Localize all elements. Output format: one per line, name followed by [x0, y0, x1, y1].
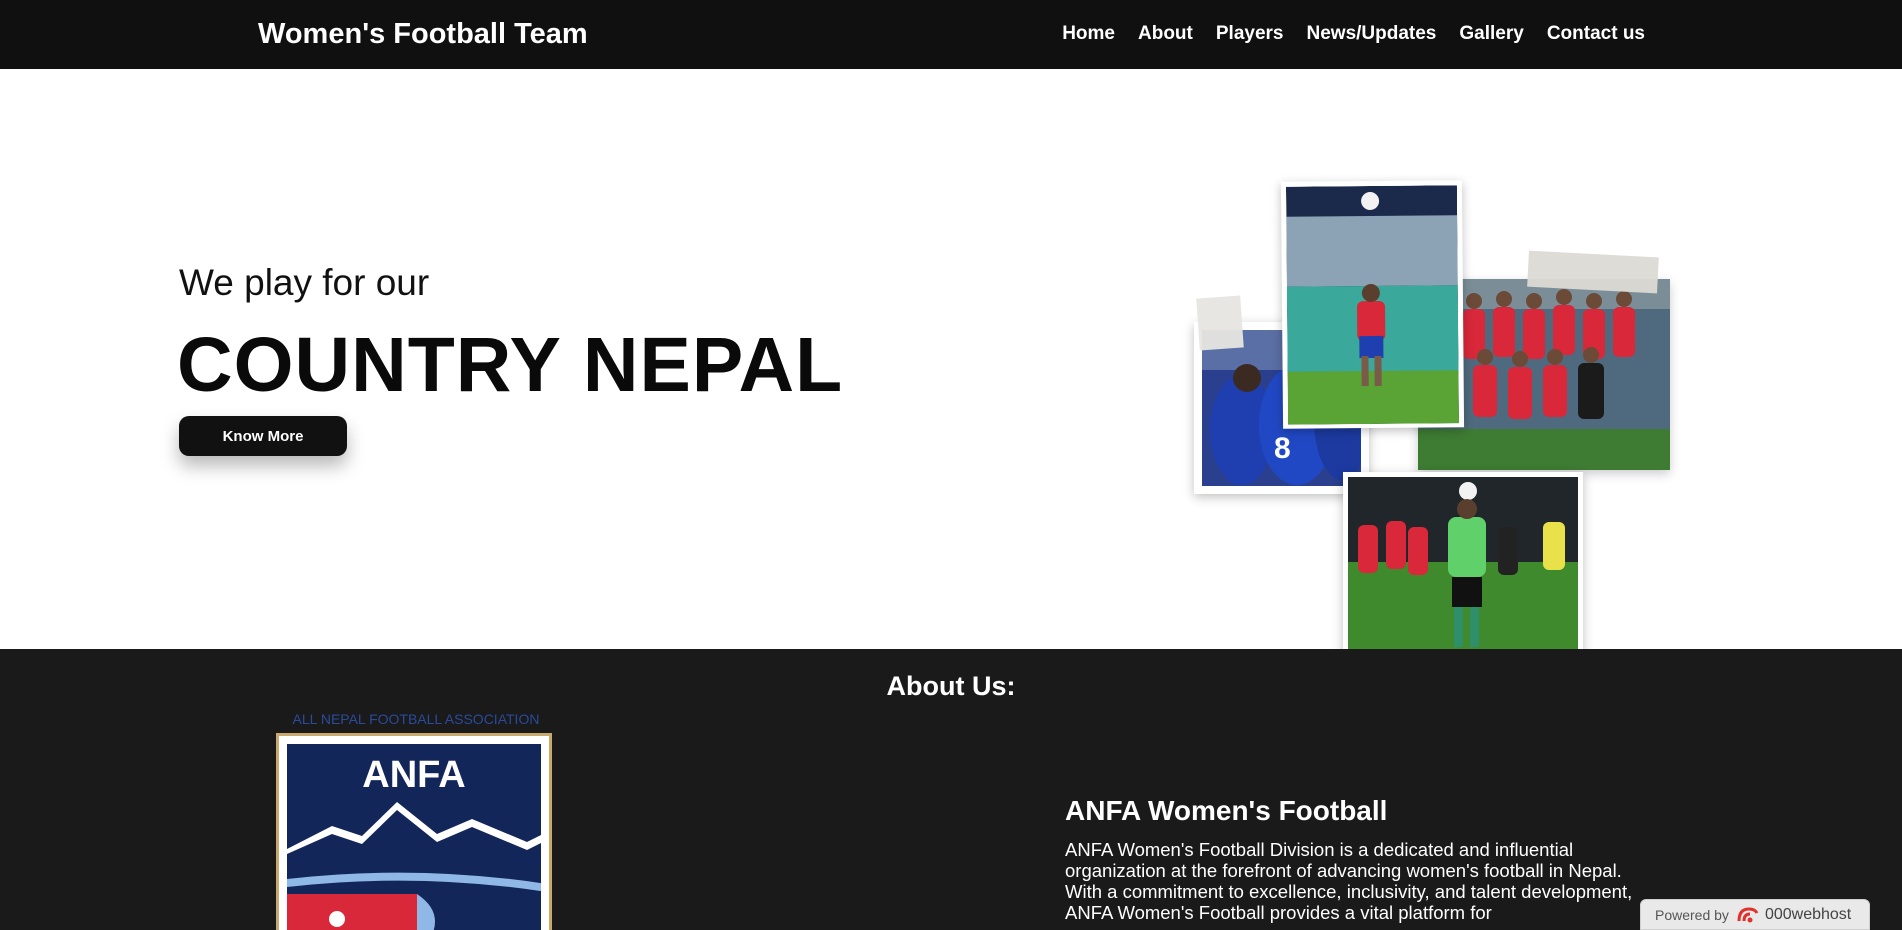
logo-frame: ANFA	[276, 733, 552, 930]
about-heading: About Us:	[886, 671, 1016, 701]
hero-subtitle: We play for our	[179, 262, 430, 303]
host-name: 000webhost	[1764, 905, 1852, 923]
main-nav: Home About Players News/Updates Gallery …	[1062, 23, 1645, 45]
hero-section: We play for our COUNTRY NEPAL Know More …	[0, 69, 1902, 684]
nav-home[interactable]: Home	[1062, 23, 1115, 45]
logo-emblem: ANFA	[287, 744, 541, 930]
collage-photo-stadium	[1280, 180, 1465, 429]
about-title: ANFA Women's Football	[1065, 795, 1388, 826]
about-paragraph: ANFA Women's Football Division is a dedi…	[1065, 839, 1633, 923]
nav-gallery[interactable]: Gallery	[1459, 23, 1523, 45]
hero-title: COUNTRY NEPAL	[177, 322, 844, 408]
know-more-button[interactable]: Know More	[179, 416, 347, 456]
nav-players[interactable]: Players	[1216, 23, 1284, 45]
site-brand[interactable]: Women's Football Team	[258, 18, 588, 51]
nav-about[interactable]: About	[1138, 23, 1193, 45]
webhost-logo-icon	[1737, 906, 1759, 922]
nav-contact[interactable]: Contact us	[1547, 23, 1645, 45]
collage-tape	[1196, 295, 1244, 351]
top-navbar: Women's Football Team Home About Players…	[0, 0, 1902, 69]
nav-news-updates[interactable]: News/Updates	[1307, 23, 1437, 45]
logo-arc-text: ALL NEPAL FOOTBALL ASSOCIATION	[292, 711, 540, 727]
powered-by-label: Powered by	[1655, 906, 1729, 923]
about-section: About Us: ALL NEPAL FOOTBALL ASSOCIATION…	[0, 649, 1902, 930]
mountain-icon	[287, 802, 541, 930]
anfa-logo: ALL NEPAL FOOTBALL ASSOCIATION ANFA	[276, 711, 552, 930]
svg-text:8: 8	[1274, 432, 1291, 465]
powered-by-badge[interactable]: Powered by 000webhost	[1640, 899, 1870, 930]
